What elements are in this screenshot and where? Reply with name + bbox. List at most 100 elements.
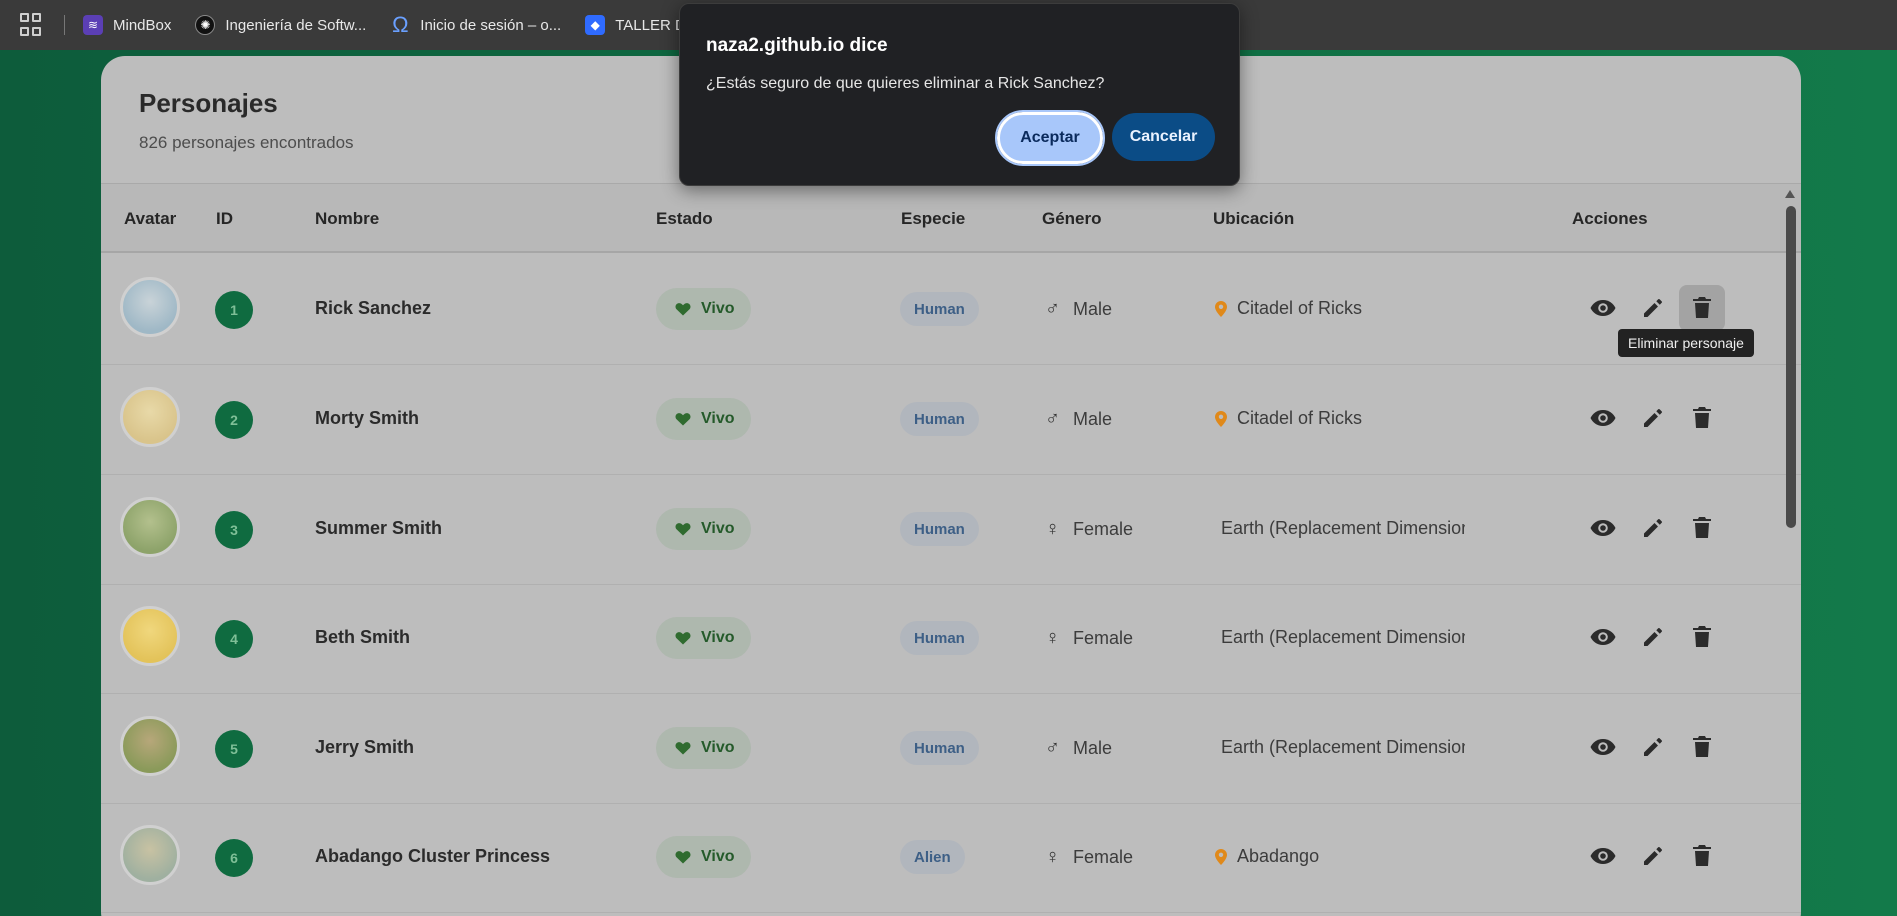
table-row[interactable]: 5 Jerry Smith Vivo Human ♂ Male Earth (Replace… [101,694,1801,804]
heart-icon [675,742,691,755]
omega-icon: Ω [392,12,409,37]
view-eye-icon[interactable] [1580,614,1626,660]
gender-label: Female [1073,519,1134,539]
gender-label: Male [1073,409,1113,429]
edit-pencil-icon[interactable] [1630,285,1676,331]
row-actions [1580,724,1740,770]
row-actions [1580,285,1740,331]
character-name: Morty Smith [315,408,420,428]
table-row[interactable]: 6 Abadango Cluster Princess Vivo Alien ♀ Fema… [101,803,1801,913]
character-name: Rick Sanchez [315,298,432,318]
location-cell: Citadel of Ricks [1215,408,1465,429]
character-name: Jerry Smith [315,737,415,757]
location-cell: Earth (Replacement Dimension) [1221,627,1465,648]
status-badge: Vivo [656,508,751,550]
id-badge: 1 [215,291,253,329]
location-pin-icon [1215,848,1227,865]
apps-grid-icon[interactable] [20,13,44,37]
delete-trash-icon[interactable] [1679,833,1725,879]
table-header: Avatar ID Nombre Estado Especie Género U… [101,183,1801,253]
edit-pencil-icon[interactable] [1630,724,1676,770]
header-avatar: Avatar [124,209,177,228]
view-eye-icon[interactable] [1580,833,1626,879]
location-label: Citadel of Ricks [1237,298,1363,318]
bookmark-inicio-sesion[interactable]: Ω Inicio de sesión – o... [390,12,561,37]
status-badge: Vivo [656,398,751,440]
location-cell: Earth (Replacement Dimension) [1221,518,1465,539]
delete-trash-icon[interactable] [1679,285,1725,331]
delete-tooltip: Eliminar personaje [1618,329,1754,357]
heart-icon [675,632,691,645]
header-estado: Estado [656,209,713,228]
location-label: Earth (Replacement Dimension) [1221,627,1465,647]
view-eye-icon[interactable] [1580,285,1626,331]
species-badge: Human [900,292,979,326]
view-eye-icon[interactable] [1580,505,1626,551]
delete-trash-icon[interactable] [1679,724,1725,770]
view-eye-icon[interactable] [1580,724,1626,770]
location-label: Earth (Replacement Dimension) [1221,737,1465,757]
character-name: Summer Smith [315,518,443,538]
gender-label: Male [1073,299,1113,319]
location-label: Abadango [1237,846,1320,866]
avatar [120,606,180,666]
cancel-button[interactable]: Cancelar [1112,113,1215,161]
status-label: Vivo [701,848,735,865]
bookmark-ingenieria[interactable]: ✺ Ingeniería de Softw... [195,15,366,35]
bookmark-label: Ingeniería de Softw... [225,16,367,34]
location-cell: Abadango [1215,846,1465,867]
bookmark-mindbox[interactable]: ≋ MindBox [83,15,171,35]
accept-button[interactable]: Aceptar [995,110,1105,166]
delete-trash-icon[interactable] [1679,614,1725,660]
species-badge: Human [900,731,979,765]
status-label: Vivo [701,629,735,646]
id-badge: 2 [215,401,253,439]
gender-label: Female [1073,628,1134,648]
header-genero: Género [1042,209,1102,228]
status-badge: Vivo [656,617,751,659]
view-eye-icon[interactable] [1580,395,1626,441]
edit-pencil-icon[interactable] [1630,614,1676,660]
delete-trash-icon[interactable] [1679,395,1725,441]
header-id: ID [216,209,233,228]
header-especie: Especie [901,209,966,228]
table-row[interactable]: 3 Summer Smith Vivo Human ♀ Female Earth (Repl… [101,475,1801,585]
row-actions [1580,614,1740,660]
table-row[interactable]: 1 Rick Sanchez Vivo Human ♂ Male Citadel of Ri… [101,255,1801,365]
gender-cell: ♀ Female [1045,518,1133,541]
bookmarks-divider [64,15,65,35]
confirm-dialog: naza2.github.io dice ¿Estás seguro de qu… [679,3,1240,186]
species-badge: Alien [900,840,965,874]
avatar [120,277,180,337]
species-badge: Human [900,621,979,655]
male-icon: ♂ [1045,737,1060,759]
gender-label: Female [1073,847,1134,867]
edit-pencil-icon[interactable] [1630,395,1676,441]
gender-cell: ♂ Male [1045,298,1112,321]
dialog-message: ¿Estás seguro de que quieres eliminar a … [706,75,1105,92]
row-actions [1580,395,1740,441]
character-name: Abadango Cluster Princess [315,846,551,866]
edit-pencil-icon[interactable] [1630,833,1676,879]
id-badge: 5 [215,730,253,768]
species-badge: Human [900,402,979,436]
delete-trash-icon[interactable] [1679,505,1725,551]
gender-cell: ♂ Male [1045,737,1112,760]
scroll-up-arrow[interactable] [1785,190,1795,198]
avatar [120,825,180,885]
table-row[interactable]: 4 Beth Smith Vivo Human ♀ Female Earth (Replac… [101,584,1801,694]
location-pin-icon [1215,410,1227,427]
row-actions [1580,505,1740,551]
table-row[interactable]: 2 Morty Smith Vivo Human ♂ Male Citadel of Ric… [101,365,1801,475]
dialog-title: naza2.github.io dice [706,35,888,56]
avatar [120,497,180,557]
gender-label: Male [1073,738,1113,758]
edit-pencil-icon[interactable] [1630,505,1676,551]
heart-icon [675,851,691,864]
scrollbar-thumb[interactable] [1786,206,1796,528]
location-label: Earth (Replacement Dimension) [1221,518,1465,538]
status-badge: Vivo [656,836,751,878]
status-label: Vivo [701,300,735,317]
gender-cell: ♂ Male [1045,408,1112,431]
avatar [120,716,180,776]
